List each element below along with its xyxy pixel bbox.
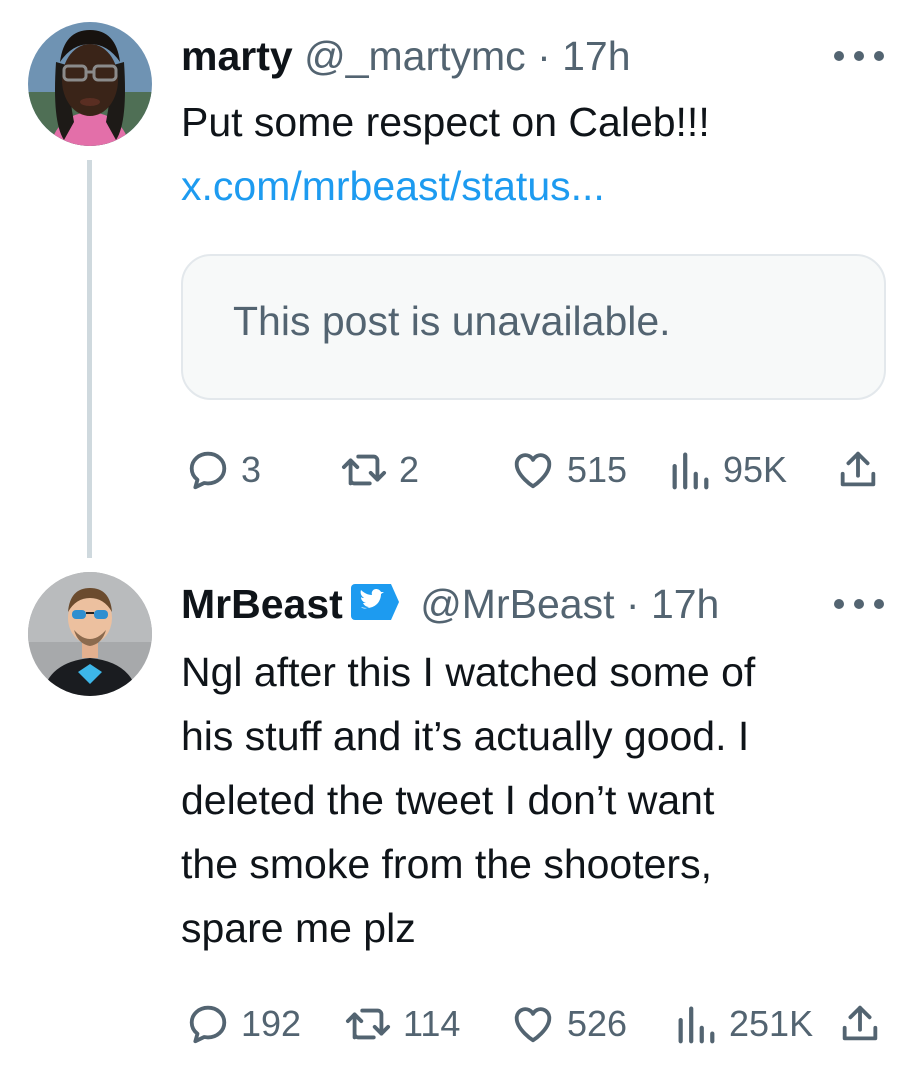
tweet-text-line: Ngl after this I watched some of	[181, 649, 756, 695]
share-button[interactable]	[837, 994, 883, 1054]
tweet-header: MrBeast @MrBeast · 17h	[181, 574, 719, 634]
reply-icon	[189, 451, 227, 490]
share-icon	[840, 451, 876, 487]
avatar-marty[interactable]	[28, 22, 152, 146]
author-handle[interactable]: @_martymc	[304, 33, 526, 79]
views-button[interactable]: 95K	[667, 440, 787, 500]
separator-dot: ·	[537, 33, 551, 79]
tweet-text-line: deleted the tweet I don’t want	[181, 777, 715, 823]
repost-count: 2	[399, 449, 420, 490]
tweet-text: Put some respect on Caleb!!! x.com/mrbea…	[181, 90, 881, 218]
repost-icon	[345, 1008, 391, 1040]
views-button[interactable]: 251K	[673, 994, 813, 1054]
tweet-header: marty @_martymc · 17h	[181, 26, 631, 86]
reply-button[interactable]: 3	[185, 440, 261, 500]
quote-card-unavailable: This post is unavailable.	[181, 254, 886, 400]
action-bar: 192 114 526 251K	[181, 994, 886, 1054]
more-icon[interactable]	[834, 36, 884, 76]
repost-button[interactable]: 114	[343, 994, 460, 1054]
timestamp[interactable]: 17h	[562, 33, 630, 79]
like-count: 526	[567, 1003, 628, 1044]
author-name[interactable]: MrBeast	[181, 581, 343, 627]
like-button[interactable]: 526	[509, 994, 627, 1054]
repost-button[interactable]: 2	[339, 440, 419, 500]
tweet-text: Ngl after this I watched some of his stu…	[181, 640, 881, 960]
views-count: 95K	[723, 449, 788, 490]
reply-icon	[189, 1005, 227, 1044]
thread-line	[87, 160, 92, 558]
reply-count: 3	[241, 449, 262, 490]
reply-count: 192	[241, 1003, 302, 1044]
like-icon	[514, 1007, 552, 1043]
avatar-mrbeast[interactable]	[28, 572, 152, 696]
share-button[interactable]	[835, 440, 881, 500]
author-handle[interactable]: @MrBeast	[420, 581, 614, 627]
like-count: 515	[567, 449, 628, 490]
action-bar: 3 2 515 95K	[181, 440, 886, 500]
timestamp[interactable]: 17h	[651, 581, 719, 627]
tweet-mrbeast[interactable]: MrBeast @MrBeast · 17h Ngl after this I …	[0, 560, 918, 1077]
tweet-marty[interactable]: marty @_martymc · 17h Put some respect o…	[0, 0, 918, 560]
quote-unavailable-text: This post is unavailable.	[233, 298, 671, 344]
tweet-text-line: his stuff and it’s actually good. I	[181, 713, 750, 759]
author-name[interactable]: marty	[181, 33, 293, 79]
tweet-text-line: spare me plz	[181, 905, 416, 951]
views-count: 251K	[729, 1003, 814, 1044]
reply-button[interactable]: 192	[185, 994, 301, 1054]
tweet-text-line: the smoke from the shooters,	[181, 841, 712, 887]
views-icon	[672, 452, 709, 490]
tweet-text-line: Put some respect on Caleb!!!	[181, 99, 710, 145]
verified-badge-icon	[349, 580, 401, 640]
separator-dot: ·	[625, 581, 640, 627]
more-icon[interactable]	[834, 584, 884, 624]
tweet-link[interactable]: x.com/mrbeast/status...	[181, 154, 881, 218]
repost-count: 114	[403, 1003, 461, 1044]
views-icon	[678, 1006, 715, 1044]
like-button[interactable]: 515	[509, 440, 627, 500]
repost-icon	[341, 454, 387, 486]
like-icon	[514, 453, 552, 489]
share-icon	[842, 1005, 878, 1041]
